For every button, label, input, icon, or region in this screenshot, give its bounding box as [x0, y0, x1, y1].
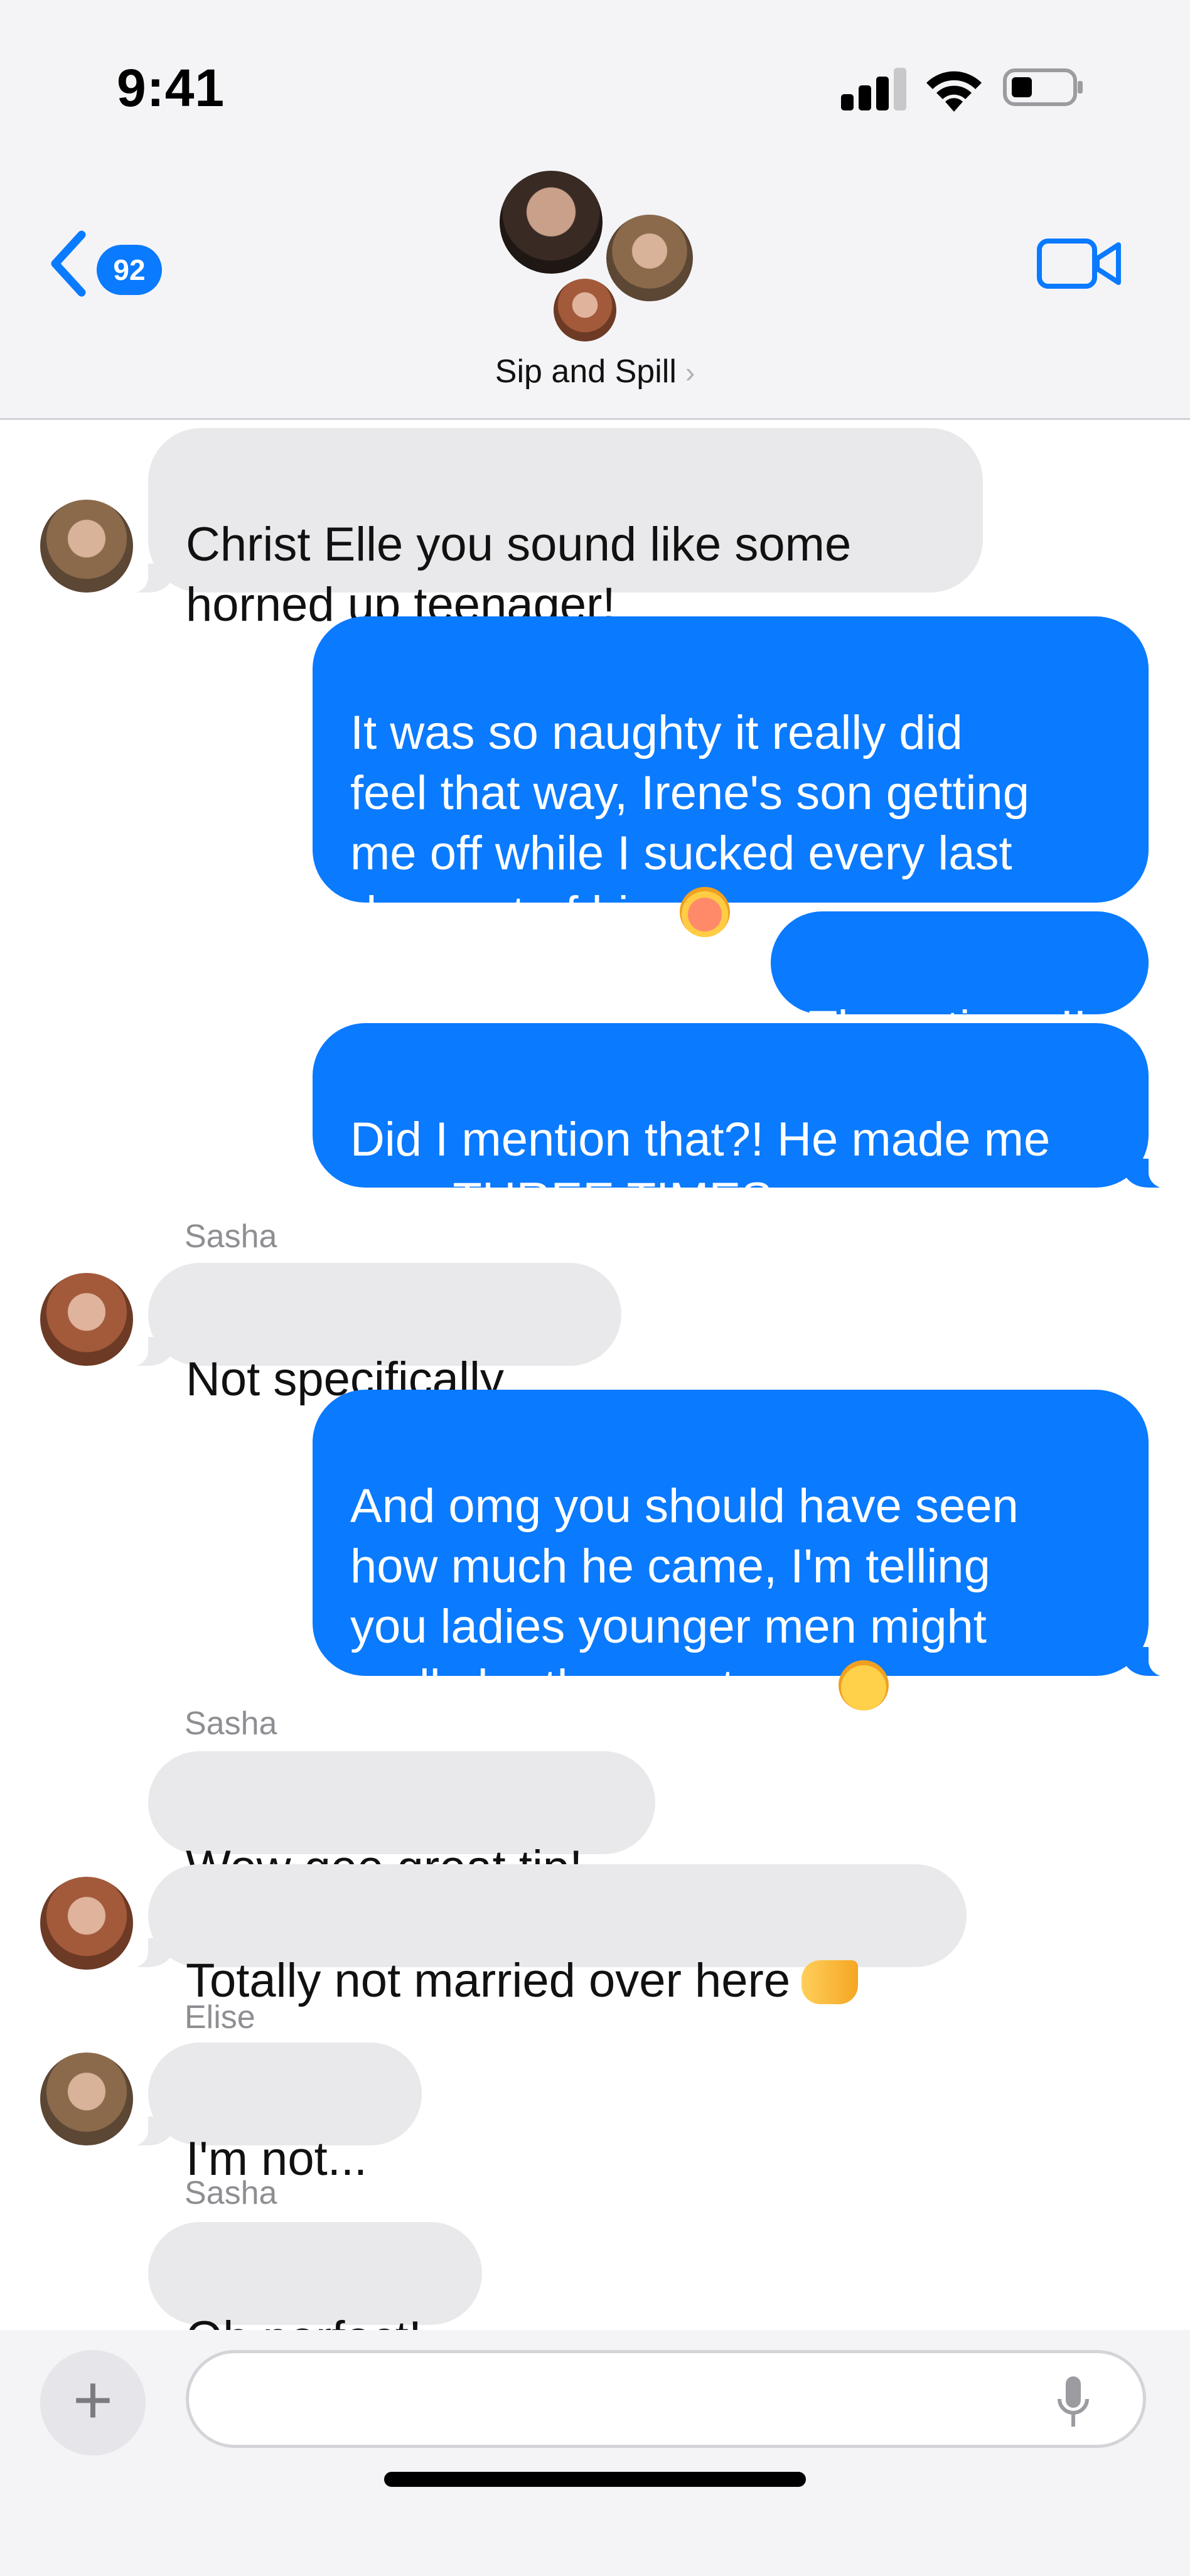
avatar — [550, 275, 620, 345]
cellular-signal-icon — [841, 68, 906, 110]
messages-screen: 9:41 92 Sip and Spill › Christ Elle you … — [0, 0, 1190, 2576]
group-name-label: Sip and Spill — [495, 353, 677, 390]
group-title[interactable]: Sip and Spill › — [0, 353, 1190, 390]
battery-icon — [1003, 68, 1083, 106]
message-bubble[interactable]: And omg you should have seen how much he… — [313, 1390, 1174, 1714]
avatar — [603, 211, 697, 305]
message-bubble[interactable]: Oh perfect! — [148, 2222, 482, 2365]
message-text: Totally not married over here — [186, 1954, 791, 2007]
message-text: Did I mention that?! He made me cum THRE… — [350, 1113, 1051, 1226]
message-bubble[interactable]: I'm not... — [123, 2042, 422, 2186]
message-bubble[interactable]: Christ Elle you sound like some horned u… — [123, 428, 983, 631]
message-bubble[interactable]: Three times!! — [771, 911, 1149, 1055]
message-bubble[interactable]: It was so naughty it really did feel tha… — [313, 616, 1149, 940]
message-bubble[interactable]: Totally not married over here — [123, 1864, 967, 2007]
sender-name: Sasha — [185, 1705, 277, 1742]
microphone-icon[interactable] — [1054, 2374, 1092, 2430]
avatar — [40, 2053, 133, 2145]
avatar — [40, 1877, 133, 1970]
message-text: Christ Elle you sound like some horned u… — [186, 518, 852, 631]
sender-name: Sasha — [185, 2175, 277, 2211]
group-avatar-cluster[interactable] — [496, 167, 703, 349]
message-bubble[interactable]: Did I mention that?! He made me cum THRE… — [313, 1023, 1174, 1226]
thinking-face-icon — [839, 1660, 889, 1710]
wifi-icon — [926, 71, 982, 112]
sender-name: Sasha — [185, 1218, 277, 1255]
avatar — [40, 500, 133, 593]
conversation-header: 9:41 92 Sip and Spill › — [0, 0, 1190, 420]
unread-count-badge: 92 — [97, 245, 162, 295]
home-indicator — [384, 2472, 806, 2487]
avatar — [40, 1273, 133, 1366]
message-bubble[interactable]: Wow gee great tip! — [148, 1751, 655, 1894]
sender-name: Elise — [185, 1999, 255, 2036]
chevron-right-icon: › — [685, 356, 695, 389]
plus-icon: + — [72, 2361, 114, 2439]
status-time: 9:41 — [117, 58, 225, 117]
video-call-icon[interactable] — [1036, 232, 1123, 295]
message-text: And omg you should have seen how much he… — [350, 1479, 1019, 1714]
back-button[interactable]: 92 — [46, 226, 172, 301]
pointing-left-icon — [801, 1960, 859, 2004]
message-bubble[interactable]: Not specifically... — [123, 1263, 621, 1406]
flushed-face-icon — [679, 887, 730, 937]
add-attachment-button[interactable]: + — [40, 2350, 146, 2455]
message-composer: + — [0, 2330, 1190, 2576]
chevron-left-icon — [51, 230, 86, 297]
message-input[interactable] — [186, 2350, 1146, 2448]
avatar — [496, 167, 606, 277]
